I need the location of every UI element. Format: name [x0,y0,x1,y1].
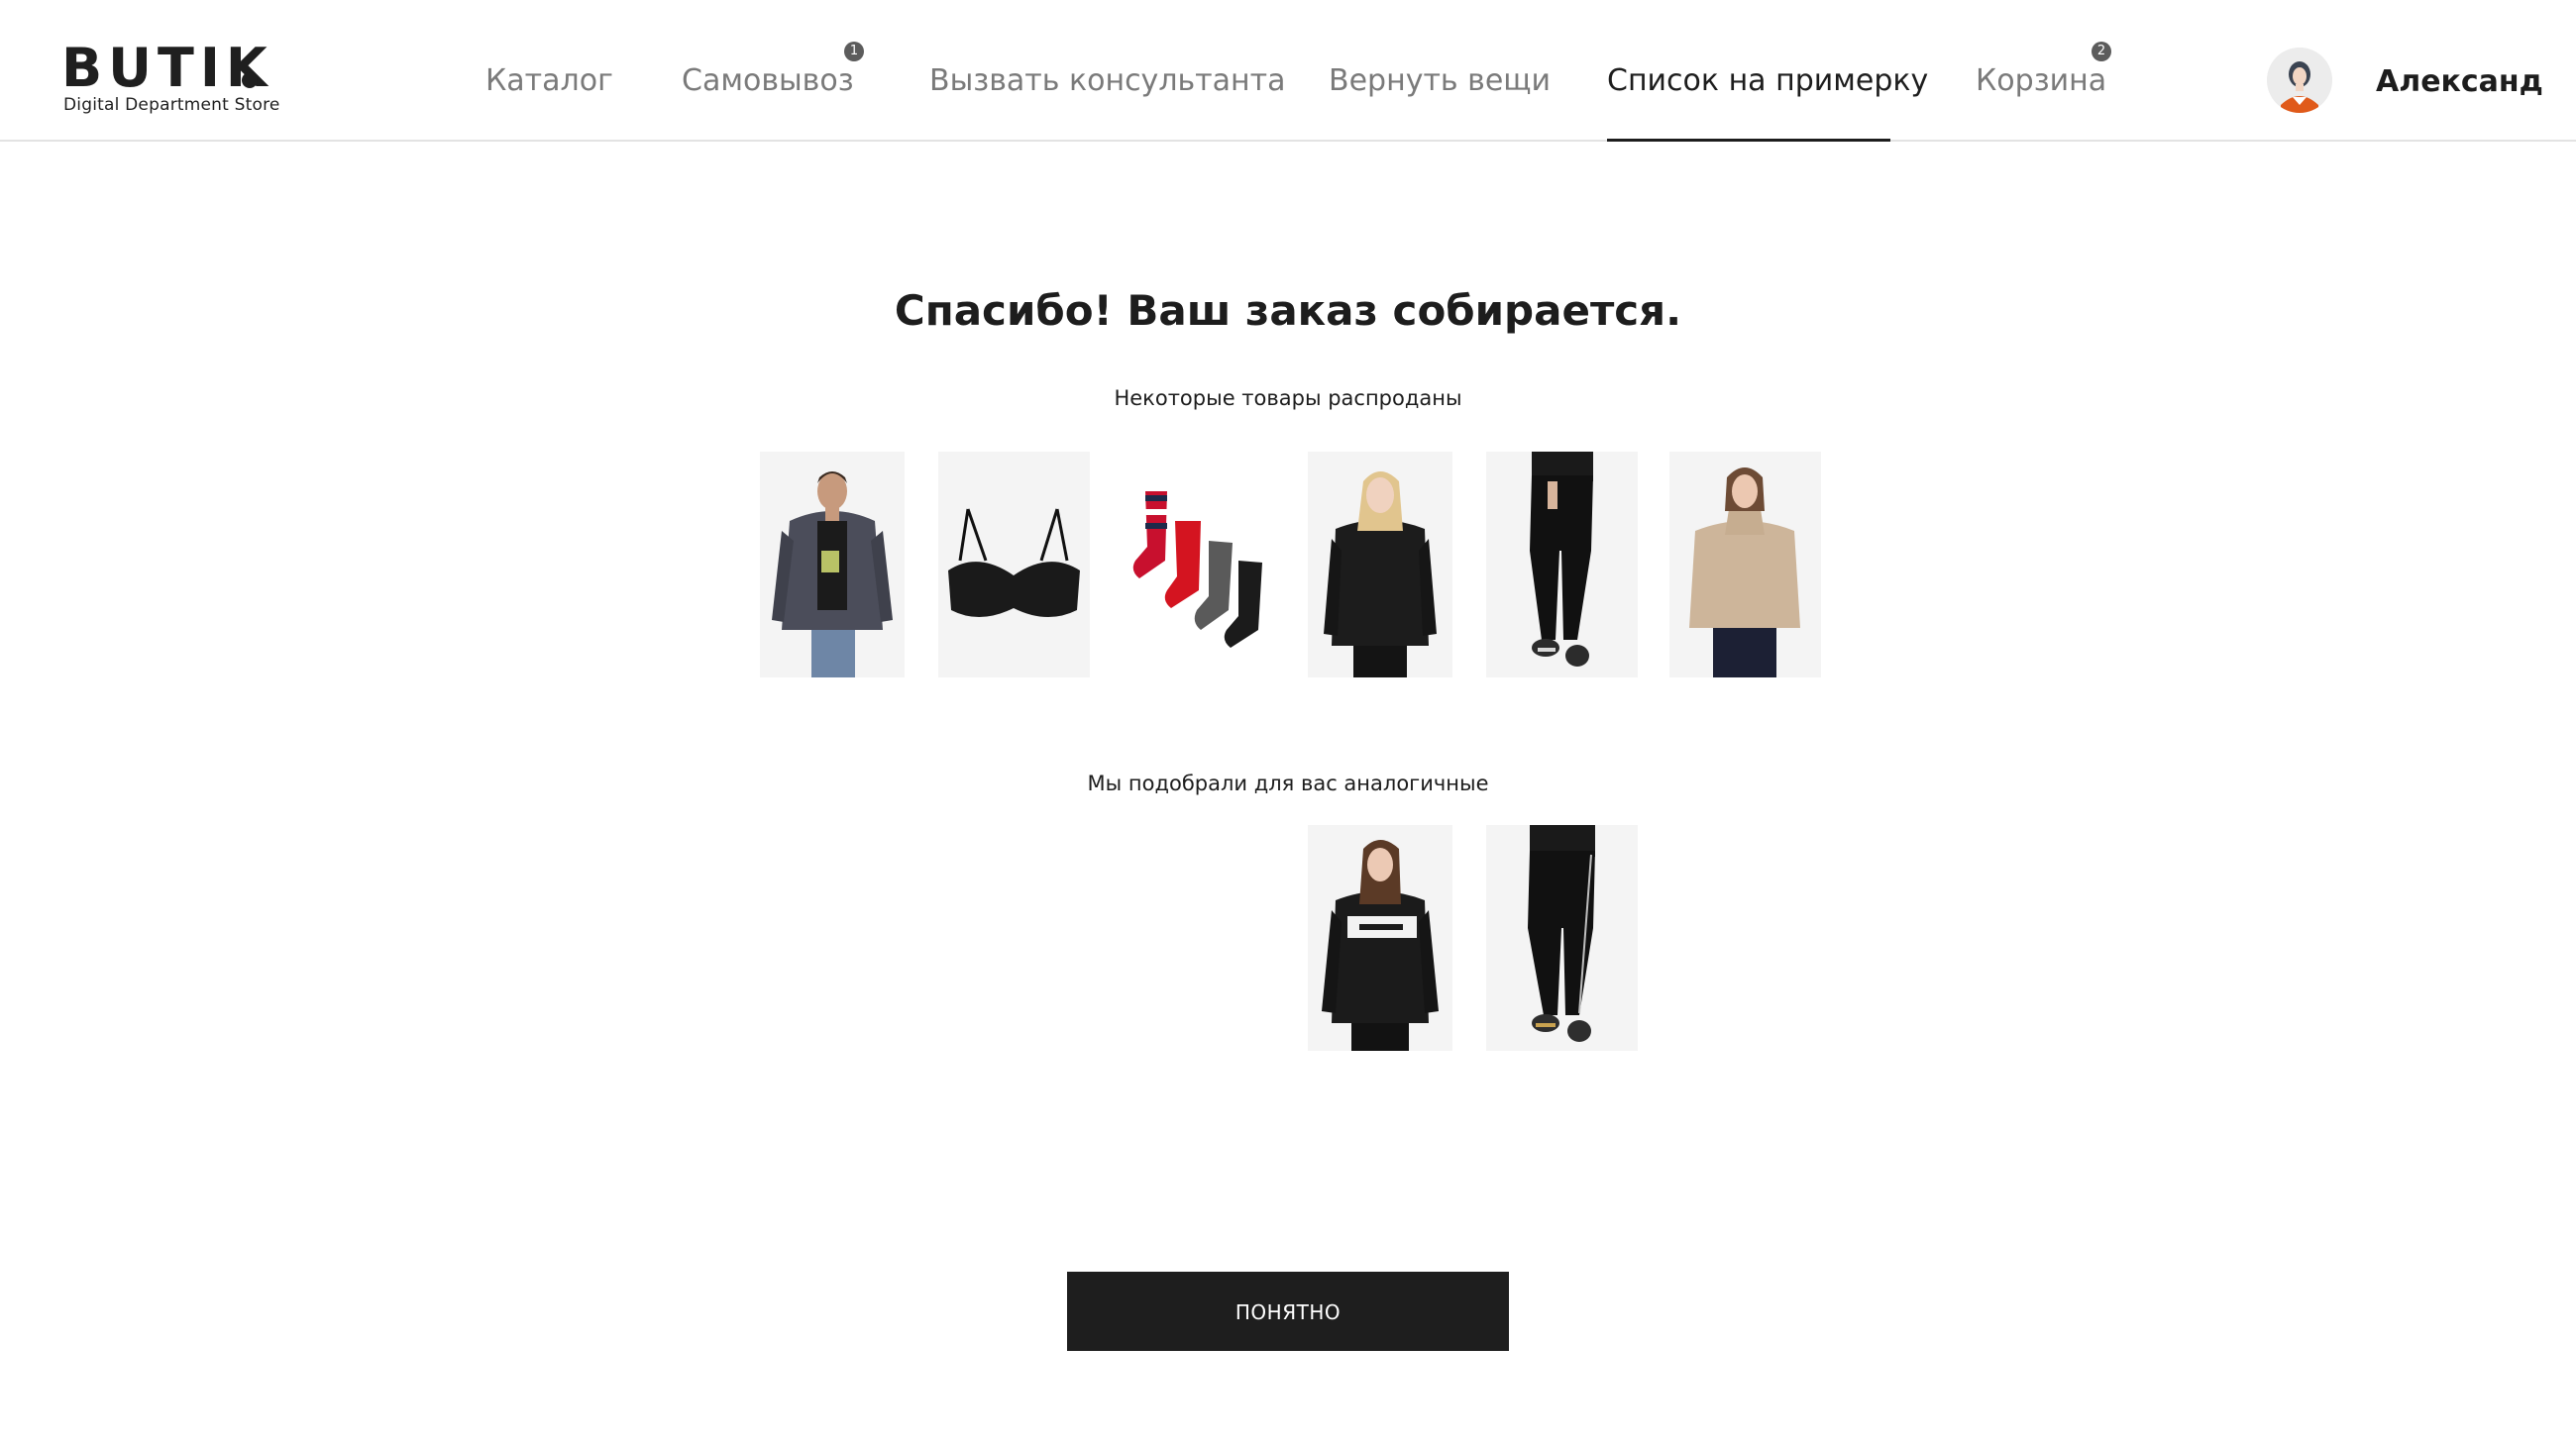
brand-logo[interactable]: BUTIK Digital Department Store [61,40,279,119]
user-name[interactable]: Александ [2376,62,2543,102]
nav-return-items[interactable]: Вернуть вещи [1329,61,1551,101]
nav-call-consultant[interactable]: Вызвать консультанта [929,61,1286,101]
black-joggers-photo-icon [1486,452,1638,677]
active-tab-underline [1607,139,1890,142]
man-jacket-photo-icon [760,452,905,677]
sold-out-caption: Некоторые товары распроданы [1114,386,1462,410]
nav-cart[interactable]: Корзина [1976,61,2106,101]
woman-black-sweatshirt-photo-icon [1308,825,1452,1051]
page-title: Спасибо! Ваш заказ собирается. [894,286,1682,335]
product-woman-black-hoodie[interactable] [1308,452,1452,677]
product-socks-set[interactable] [1122,452,1273,677]
woman-beige-sweater-photo-icon [1669,452,1821,677]
user-avatar-icon[interactable] [2267,48,2332,113]
confirm-button[interactable]: ПОНЯТНО [1067,1272,1509,1351]
nav-fitting-list[interactable]: Список на примерку [1607,61,1928,101]
top-header: BUTIK Digital Department Store Каталог С… [0,0,2576,142]
pickup-count-badge: 1 [844,42,864,61]
brand-tagline: Digital Department Store [63,95,280,115]
nav-pickup[interactable]: Самовывоз [682,61,854,101]
nav-catalog[interactable]: Каталог [485,61,613,101]
socks-set-photo-icon [1122,452,1273,677]
brand-dot [242,72,258,88]
similar-caption: Мы подобрали для вас аналогичные [1087,772,1489,795]
brand-name: BUTIK [61,37,273,99]
product-black-bra[interactable] [938,452,1090,677]
product-man-jacket[interactable] [760,452,905,677]
woman-black-hoodie-photo-icon [1308,452,1452,677]
product-woman-beige-sweater[interactable] [1669,452,1821,677]
black-bra-photo-icon [938,452,1090,677]
product-woman-black-sweatshirt[interactable] [1308,825,1452,1051]
black-track-pants-photo-icon [1486,825,1638,1051]
product-black-track-pants[interactable] [1486,825,1638,1051]
cart-count-badge: 2 [2092,42,2111,61]
product-black-joggers[interactable] [1486,452,1638,677]
